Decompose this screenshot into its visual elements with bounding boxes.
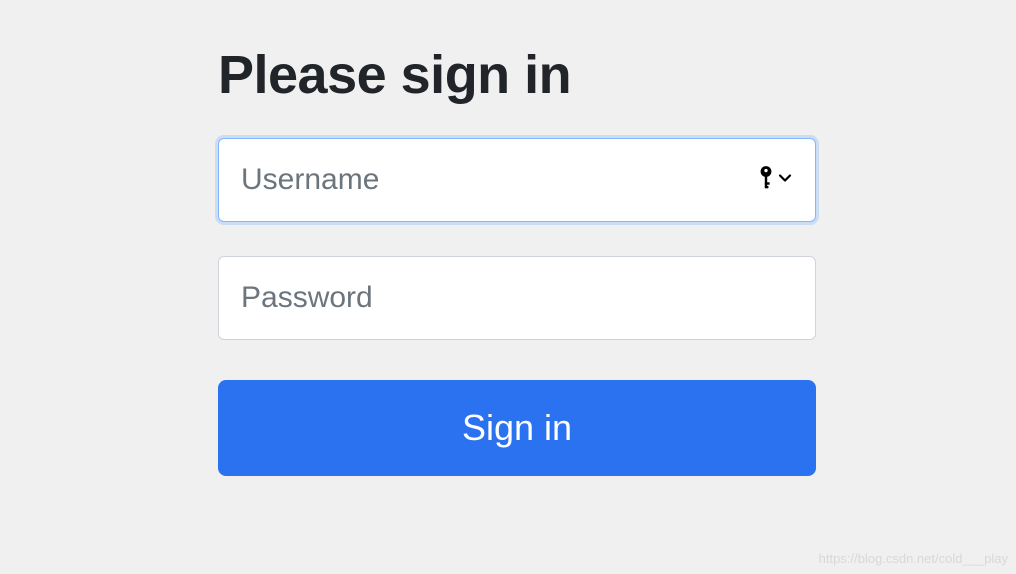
key-icon — [758, 166, 774, 195]
username-field-wrap — [218, 138, 816, 222]
password-field-wrap — [218, 256, 816, 340]
username-input[interactable] — [218, 138, 816, 222]
signin-button[interactable]: Sign in — [218, 380, 816, 476]
autofill-indicator[interactable] — [758, 166, 792, 195]
signin-form-container: Please sign in Sign in — [0, 0, 816, 476]
watermark: https://blog.csdn.net/cold___play — [819, 551, 1008, 566]
page-title: Please sign in — [218, 44, 816, 106]
password-input[interactable] — [218, 256, 816, 340]
chevron-down-icon — [778, 171, 792, 190]
